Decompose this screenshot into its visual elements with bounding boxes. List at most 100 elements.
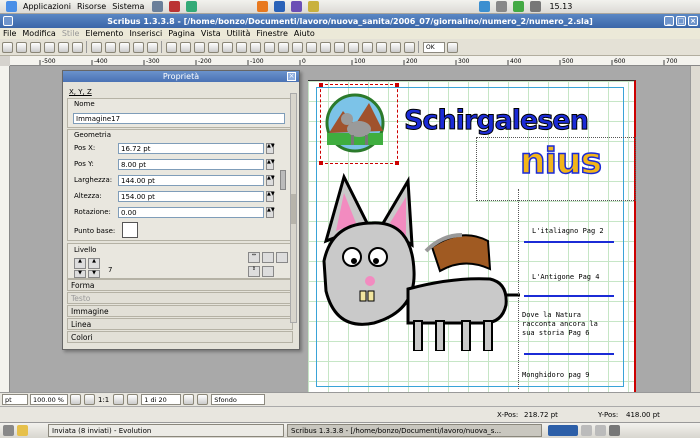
task-evolution[interactable]: Inviata (8 inviati) - Evolution: [48, 424, 284, 437]
print-enabled-icon[interactable]: [262, 266, 274, 277]
donkey-illustration[interactable]: [312, 171, 524, 351]
pdf-tools-button[interactable]: OK: [423, 41, 445, 53]
raise-level-icon[interactable]: ▲: [74, 258, 86, 269]
workspace-switcher[interactable]: [595, 425, 606, 436]
network-icon[interactable]: [513, 1, 525, 12]
section-colori[interactable]: Colori: [67, 331, 293, 343]
vertical-ruler[interactable]: [0, 66, 10, 392]
first-page-icon[interactable]: [112, 394, 124, 405]
index-item[interactable]: Monghidoro pag 9: [522, 371, 614, 379]
close-document-icon[interactable]: [43, 41, 55, 53]
layer-select[interactable]: Sfondo: [211, 394, 266, 405]
show-desktop-icon[interactable]: [3, 425, 14, 436]
zoom-ratio[interactable]: 1:1: [98, 396, 109, 404]
maximize-icon[interactable]: □: [676, 16, 686, 26]
menu-modifica[interactable]: Modifica: [22, 29, 55, 38]
print-icon[interactable]: [57, 41, 69, 53]
close-icon[interactable]: ×: [287, 72, 296, 81]
handle[interactable]: [319, 83, 323, 87]
name-input[interactable]: Immagine17: [73, 113, 285, 124]
image-frame-icon[interactable]: [193, 41, 205, 53]
task-scribus[interactable]: Scribus 1.3.3.8 - [/home/bonzo/Documenti…: [287, 424, 542, 437]
pos-x-spinner[interactable]: ▲▼: [266, 143, 275, 154]
properties-palette[interactable]: Proprietà × X, Y, Z Nome Immagine17 Geom…: [62, 70, 300, 350]
measure-icon[interactable]: [375, 41, 387, 53]
menu-pagina[interactable]: Pagina: [168, 29, 195, 38]
bezier-icon[interactable]: [263, 41, 275, 53]
horizontal-ruler[interactable]: -500 -400 -300 -200 -100 0 100 200 300 400 500 600 7…: [10, 56, 700, 66]
minimize-icon[interactable]: _: [664, 16, 674, 26]
terminal-launcher-icon[interactable]: [152, 1, 164, 12]
menu-utilita[interactable]: Utilità: [227, 29, 251, 38]
launcher-icon[interactable]: [291, 1, 303, 12]
trash-icon[interactable]: [609, 425, 620, 436]
logo-image-frame[interactable]: [319, 83, 399, 165]
launcher-icon[interactable]: [186, 1, 198, 12]
save-icon[interactable]: [29, 41, 41, 53]
width-input[interactable]: 144.00 pt: [118, 175, 264, 186]
shape-icon[interactable]: [221, 41, 233, 53]
workspace-switcher[interactable]: [581, 425, 592, 436]
polygon-icon[interactable]: [235, 41, 247, 53]
menu-sistema[interactable]: Sistema: [112, 2, 144, 11]
top-level-icon[interactable]: ▲: [88, 258, 100, 269]
link-frames-icon[interactable]: [347, 41, 359, 53]
menu-aiuto[interactable]: Aiuto: [294, 29, 315, 38]
index-column[interactable]: [518, 189, 616, 389]
edit-text-icon[interactable]: [333, 41, 345, 53]
cut-icon[interactable]: [118, 41, 130, 53]
workspace-switcher[interactable]: [548, 425, 578, 436]
newspaper-title[interactable]: Schirgalesen: [404, 105, 590, 137]
height-spinner[interactable]: ▲▼: [266, 191, 275, 202]
edit-content-icon[interactable]: [319, 41, 331, 53]
keep-ratio-chain-icon[interactable]: [280, 170, 286, 190]
index-item[interactable]: L'Antigone Pag 4: [532, 273, 622, 281]
last-page-icon[interactable]: [196, 394, 208, 405]
handle[interactable]: [319, 161, 323, 165]
rotate-icon[interactable]: [291, 41, 303, 53]
window-titlebar[interactable]: Scribus 1.3.3.8 - [/home/bonzo/Documenti…: [0, 14, 700, 28]
tab-xyz[interactable]: X, Y, Z: [69, 88, 92, 96]
properties-scrollbar[interactable]: [290, 93, 297, 323]
skype-icon[interactable]: [479, 1, 491, 12]
panel-clock[interactable]: 15.13: [549, 2, 572, 11]
document-page[interactable]: Schirgalesen nius L'italiagno Pag 2 L'An…: [308, 80, 636, 392]
close-icon[interactable]: ×: [688, 16, 698, 26]
menu-vista[interactable]: Vista: [201, 29, 221, 38]
flip-horizontal-icon[interactable]: ⇔: [248, 252, 260, 263]
flip-vertical-icon[interactable]: ⇕: [248, 266, 260, 277]
section-linea[interactable]: Linea: [67, 318, 293, 330]
pdf-field-icon[interactable]: [446, 41, 458, 53]
next-page-icon[interactable]: [182, 394, 194, 405]
flag-launcher-icon[interactable]: [169, 1, 181, 12]
freehand-icon[interactable]: [277, 41, 289, 53]
firefox-icon[interactable]: [257, 1, 269, 12]
zoom-icon[interactable]: [305, 41, 317, 53]
basepoint-selector[interactable]: [122, 222, 138, 238]
text-frame-icon[interactable]: [179, 41, 191, 53]
zoom-out-icon[interactable]: [69, 394, 81, 405]
open-icon[interactable]: [15, 41, 27, 53]
rotation-input[interactable]: 0.00: [118, 207, 264, 218]
lock-size-icon[interactable]: [276, 252, 288, 263]
bottom-level-icon[interactable]: ▼: [88, 270, 100, 278]
vertical-scrollbar[interactable]: [690, 66, 700, 392]
copy-properties-icon[interactable]: [389, 41, 401, 53]
zoom-input[interactable]: 100.00 %: [30, 394, 68, 405]
handle[interactable]: [395, 161, 399, 165]
menu-inserisci[interactable]: Inserisci: [129, 29, 162, 38]
menu-risorse[interactable]: Risorse: [77, 2, 106, 11]
redo-icon[interactable]: [104, 41, 116, 53]
eyedropper-icon[interactable]: [403, 41, 415, 53]
copy-icon[interactable]: [132, 41, 144, 53]
handle[interactable]: [395, 83, 399, 87]
pos-y-input[interactable]: 8.00 pt: [118, 159, 264, 170]
applications-icon[interactable]: [6, 1, 17, 12]
menu-applicazioni[interactable]: Applicazioni: [23, 2, 71, 11]
width-spinner[interactable]: ▲▼: [266, 175, 275, 186]
index-item[interactable]: Dove la Natura racconta ancora la sua st…: [522, 311, 614, 338]
lock-icon[interactable]: [262, 252, 274, 263]
unlink-frames-icon[interactable]: [361, 41, 373, 53]
pos-x-input[interactable]: 16.72 pt: [118, 143, 264, 154]
window-menu-icon[interactable]: [3, 16, 13, 26]
